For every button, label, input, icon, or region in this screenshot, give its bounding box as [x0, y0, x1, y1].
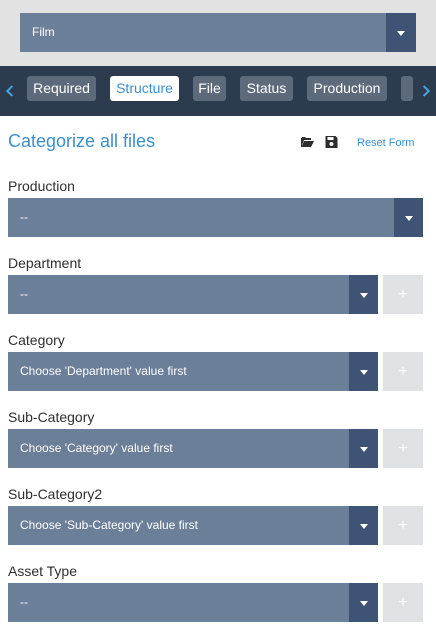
reset-form-link[interactable]: Reset Form [357, 137, 414, 149]
subcategory-select[interactable]: Choose 'Category' value first [8, 429, 378, 468]
chevron-down-icon [359, 446, 368, 452]
project-type-value: Film [32, 25, 55, 39]
project-type-dropdown-toggle[interactable] [386, 13, 416, 52]
department-label: Department [8, 255, 82, 271]
category-value: Choose 'Department' value first [20, 364, 187, 378]
tab-production[interactable]: Production [307, 76, 387, 101]
plus-icon: + [398, 363, 408, 380]
project-type-select[interactable]: Film [20, 13, 416, 52]
chevron-down-icon [404, 215, 413, 221]
add-subcategory-button[interactable]: + [383, 429, 423, 468]
subcategory-value: Choose 'Category' value first [20, 441, 173, 455]
tab-required[interactable]: Required [27, 76, 96, 101]
plus-icon: + [398, 440, 408, 457]
subcategory2-label: Sub-Category2 [8, 486, 103, 502]
top-band: Film [0, 0, 436, 66]
plus-icon: + [398, 286, 408, 303]
category-select[interactable]: Choose 'Department' value first [8, 352, 378, 391]
add-subcategory2-button[interactable]: + [383, 506, 423, 545]
production-select[interactable]: -- [8, 198, 423, 237]
chevron-down-icon [359, 600, 368, 606]
save-icon[interactable] [325, 136, 338, 148]
chevron-down-icon [359, 523, 368, 529]
page-title: Categorize all files [8, 131, 156, 151]
production-label: Production [8, 178, 75, 194]
add-asset-type-button[interactable]: + [383, 583, 423, 622]
department-select[interactable]: -- [8, 275, 378, 314]
tab-file[interactable]: File [193, 76, 226, 101]
production-value: -- [20, 210, 28, 224]
asset-type-value: -- [20, 595, 28, 609]
chevron-down-icon [359, 292, 368, 298]
plus-icon: + [398, 594, 408, 611]
asset-type-label: Asset Type [8, 563, 78, 579]
subcategory-label: Sub-Category [8, 409, 95, 425]
add-category-button[interactable]: + [383, 352, 423, 391]
category-label: Category [8, 332, 65, 348]
category-dropdown-toggle[interactable] [349, 352, 378, 391]
tab-scroll-right-button[interactable] [416, 66, 436, 116]
folder-open-icon[interactable] [301, 136, 314, 148]
subcategory2-select[interactable]: Choose 'Sub-Category' value first [8, 506, 378, 545]
department-value: -- [20, 287, 28, 301]
asset-type-dropdown-toggle[interactable] [349, 583, 378, 622]
tab-status[interactable]: Status [240, 76, 293, 101]
chevron-left-icon [5, 85, 18, 97]
department-dropdown-toggle[interactable] [349, 275, 378, 314]
subcategory-dropdown-toggle[interactable] [349, 429, 378, 468]
tab-scroll-left-button[interactable] [0, 66, 20, 116]
add-department-button[interactable]: + [383, 275, 423, 314]
plus-icon: + [398, 517, 408, 534]
tab-overflow[interactable] [401, 76, 413, 101]
subcategory2-dropdown-toggle[interactable] [349, 506, 378, 545]
chevron-down-icon [359, 369, 368, 375]
tab-bar: Required Structure File Status Productio… [0, 66, 436, 116]
production-dropdown-toggle[interactable] [394, 198, 423, 237]
asset-type-select[interactable]: -- [8, 583, 378, 622]
chevron-right-icon [418, 85, 431, 97]
subcategory2-value: Choose 'Sub-Category' value first [20, 518, 199, 532]
tab-structure[interactable]: Structure [110, 76, 179, 101]
chevron-down-icon [397, 30, 405, 36]
